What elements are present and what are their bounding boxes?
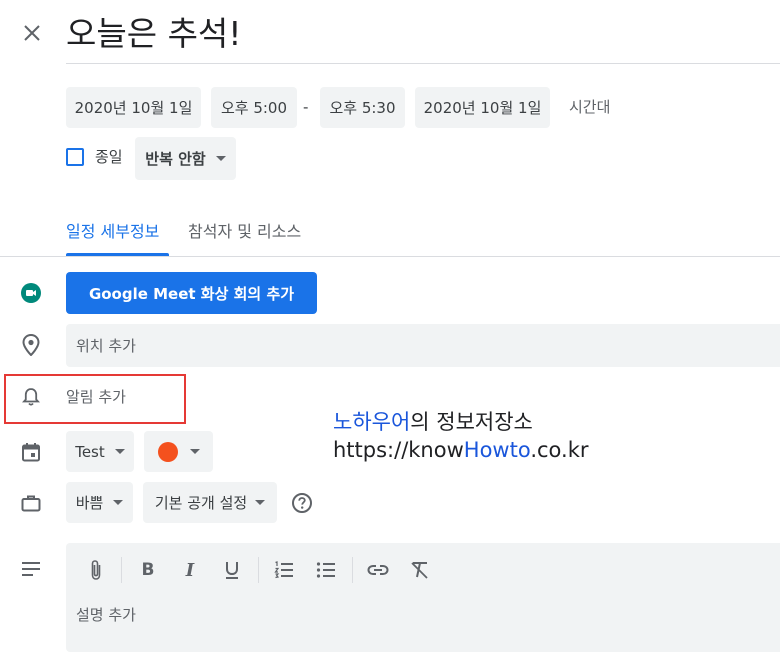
location-pin-icon xyxy=(20,333,42,357)
toolbar-divider xyxy=(258,557,259,583)
chevron-down-icon xyxy=(215,156,226,161)
attach-icon[interactable] xyxy=(84,558,108,582)
availability-select[interactable]: 바쁨 xyxy=(66,482,133,523)
repeat-dropdown[interactable]: 반복 안함 xyxy=(135,137,236,180)
watermark-url-blue: Howto xyxy=(463,438,531,462)
bulleted-list-icon[interactable] xyxy=(314,558,338,582)
watermark-url-pre: https://know xyxy=(333,438,464,462)
toolbar-divider xyxy=(121,557,122,583)
calendar-icon xyxy=(20,441,42,463)
visibility-select[interactable]: 기본 공개 설정 xyxy=(143,482,277,523)
description-placeholder: 설명 추가 xyxy=(76,606,136,624)
location-placeholder: 위치 추가 xyxy=(76,337,136,355)
close-icon[interactable] xyxy=(20,21,44,45)
time-separator: - xyxy=(303,98,309,116)
help-icon[interactable] xyxy=(291,492,313,514)
chevron-down-icon xyxy=(113,500,124,505)
italic-icon[interactable]: I xyxy=(178,558,202,582)
add-notification-button[interactable]: 알림 추가 xyxy=(66,386,126,408)
chevron-down-icon xyxy=(189,449,200,454)
all-day-checkbox[interactable] xyxy=(66,148,84,166)
briefcase-icon xyxy=(20,492,42,514)
bold-icon[interactable]: B xyxy=(136,558,160,582)
description-icon xyxy=(20,558,42,580)
tabs-divider xyxy=(0,256,780,257)
end-time-button[interactable]: 오후 5:30 xyxy=(320,87,405,128)
chevron-down-icon xyxy=(255,500,266,505)
availability-select-label: 바쁨 xyxy=(75,494,104,512)
link-icon[interactable] xyxy=(366,558,390,582)
title-underline xyxy=(66,63,780,64)
google-meet-icon xyxy=(20,282,42,304)
watermark-brand-blue: 노하우어 xyxy=(333,410,411,434)
clear-format-icon[interactable] xyxy=(408,558,432,582)
calendar-select-label: Test xyxy=(75,442,105,461)
chevron-down-icon xyxy=(114,449,125,454)
numbered-list-icon[interactable] xyxy=(272,558,296,582)
start-time-button[interactable]: 오후 5:00 xyxy=(211,87,297,128)
underline-icon[interactable] xyxy=(220,558,244,582)
toolbar-divider xyxy=(352,557,353,583)
watermark-brand-rest: 의 정보저장소 xyxy=(410,410,533,434)
all-day-label: 종일 xyxy=(95,148,123,166)
event-color-swatch xyxy=(157,441,178,462)
visibility-select-label: 기본 공개 설정 xyxy=(154,494,248,512)
event-title[interactable]: 오늘은 추석! xyxy=(66,12,242,56)
event-color-select[interactable] xyxy=(144,431,213,472)
tab-event-details[interactable]: 일정 세부정보 xyxy=(66,220,159,244)
location-input[interactable]: 위치 추가 xyxy=(66,324,780,367)
calendar-select[interactable]: Test xyxy=(66,431,134,472)
timezone-button[interactable]: 시간대 xyxy=(569,96,610,118)
watermark-url: https://knowHowto.co.kr xyxy=(333,436,588,464)
tab-guests-resources[interactable]: 참석자 및 리소스 xyxy=(188,220,301,244)
start-date-button[interactable]: 2020년 10월 1일 xyxy=(66,87,201,128)
watermark-brand: 노하우어의 정보저장소 xyxy=(333,408,533,436)
add-google-meet-button[interactable]: Google Meet 화상 회의 추가 xyxy=(66,272,317,314)
end-date-button[interactable]: 2020년 10월 1일 xyxy=(415,87,550,128)
watermark-url-post: .co.kr xyxy=(530,438,589,462)
repeat-dropdown-label: 반복 안함 xyxy=(145,150,206,168)
